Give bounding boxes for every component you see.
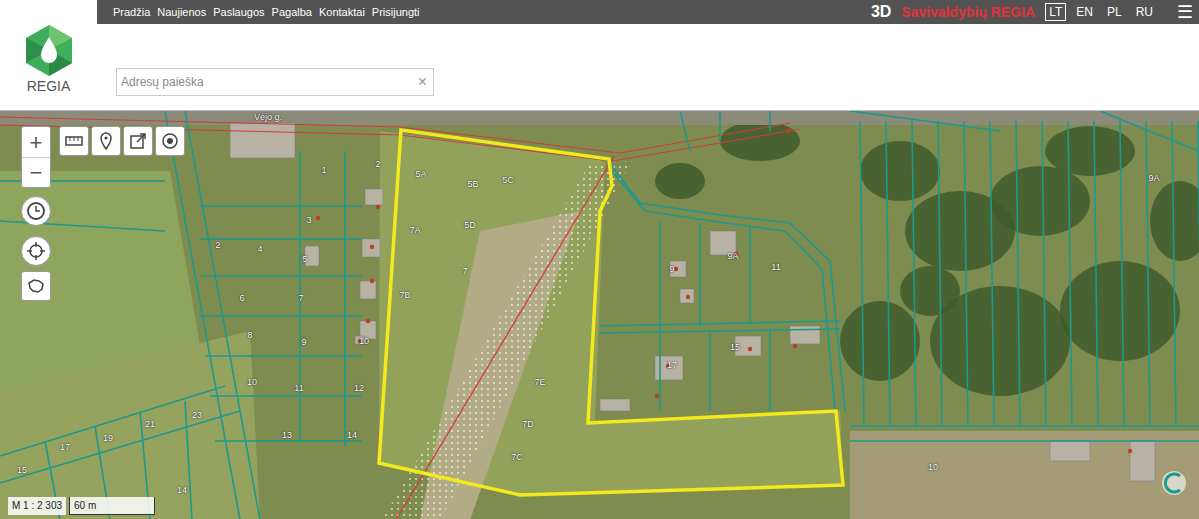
language-button[interactable]: PL [1103,3,1126,21]
app-badge-icon [1160,469,1188,497]
parcel-label: 7E [534,377,545,387]
parcel-label: 13 [282,430,292,440]
parcel-label: 15 [17,465,27,475]
language-button[interactable]: RU [1132,3,1157,21]
parcel-label: 23 [192,410,202,420]
pin-icon [96,131,116,151]
logo-icon [22,23,76,78]
language-button[interactable]: LT [1045,3,1066,21]
search-input[interactable] [117,73,412,91]
language-label: RU [1136,5,1153,19]
parcel-label: 5D [464,220,476,230]
clock-icon [26,201,46,221]
menu-link[interactable]: Prisijungti [372,4,420,21]
lithuania-map-icon [26,276,46,296]
parcel-label: 7A [409,225,420,235]
parcel-label: 5B [467,179,478,189]
scale: M 1 : 2 30360 m [8,497,155,515]
parcel-label: 10 [247,377,257,387]
parcel-label: 5A [415,169,426,179]
parcel-label: 4 [257,244,262,254]
search-box: × [116,68,434,96]
scale-ratio: M 1 : 2 303 [8,497,66,515]
parcel-label: 12 [354,383,364,393]
zoom-control: +− [21,126,51,188]
scale-bar: 60 m [69,497,155,515]
street-label: Vėjo g. [254,112,282,122]
menu-link[interactable]: Kontaktai [319,4,365,21]
language-label: LT [1049,5,1062,19]
ruler-button[interactable] [59,126,89,156]
parcel-label: 10 [928,462,938,472]
zoom-out-button[interactable]: − [22,157,50,187]
parcel-label: 19 [103,433,113,443]
parcel-label: 2 [215,240,220,250]
zoom-in-button[interactable]: + [22,127,50,157]
brand-link[interactable]: Savivaldybių REGIA [901,2,1035,23]
clear-button[interactable]: × [412,70,433,94]
ruler-icon [64,131,84,151]
parcel-label: 7 [298,293,303,303]
target-button[interactable] [155,126,185,156]
parcel-label: 3 [306,215,311,225]
header: REGIA × [0,24,1199,110]
clock-button[interactable] [21,196,51,226]
parcel-label: 1 [321,165,326,175]
main-menu: Pradžia Naujienos Paslaugos Pagalba Kontakta… [113,4,427,21]
crosshair-button[interactable] [21,236,51,266]
parcel-label: 9 [301,337,306,347]
top-bar: Pradžia Naujienos Paslaugos Pagalba Kontakta… [0,0,1199,24]
logo[interactable]: REGIA [0,23,97,110]
parcel-label: 11 [294,383,303,393]
language-button[interactable]: EN [1072,3,1097,21]
parcel-label: 10 [359,336,369,346]
parcel-label: 8 [247,330,252,340]
parcel-label: 14 [347,430,357,440]
map[interactable]: Vėjo g.5A5B5C5D7A77B7E7D7C12342567891010… [0,110,1199,519]
aerial-photo [0,111,1199,519]
parcel-label: 7B [399,290,410,300]
lithuania-map-button[interactable] [21,271,51,301]
parcel-label: 21 [145,419,155,429]
target-icon [160,131,180,151]
parcel-label: 9A [1148,173,1159,183]
parcel-label: 17 [667,360,677,370]
parcel-label: 9 [669,264,674,274]
logo-text: REGIA [27,78,71,94]
parcel-label: 14 [177,485,187,495]
parcel-label: 9A [727,251,738,261]
parcel-label: 17 [60,442,70,452]
parcel-label: 15 [730,342,740,352]
language-label: PL [1107,5,1122,19]
share-icon [128,131,148,151]
logo-tab [0,0,97,24]
top-right: 3D Savivaldybių REGIA LT EN PL RU ☰ [871,0,1199,24]
menu-link[interactable]: Paslaugos [213,4,264,21]
3d-button[interactable]: 3D [871,0,891,24]
menu-link[interactable]: Naujienos [157,4,206,21]
hamburger-icon[interactable]: ☰ [1177,3,1193,21]
crosshair-icon [26,241,46,261]
parcel-label: 7 [462,266,467,276]
parcel-label: 6 [239,293,244,303]
share-button[interactable] [123,126,153,156]
pin-button[interactable] [91,126,121,156]
language-label: EN [1076,5,1093,19]
parcel-label: 11 [771,262,780,272]
menu-link[interactable]: Pagalba [272,4,312,21]
parcel-label: 7D [522,419,534,429]
parcel-label: 5C [502,175,514,185]
parcel-label: 5 [302,254,307,264]
menu-link[interactable]: Pradžia [113,4,150,21]
parcel-label: 2 [375,159,380,169]
parcel-label: 7C [511,452,523,462]
